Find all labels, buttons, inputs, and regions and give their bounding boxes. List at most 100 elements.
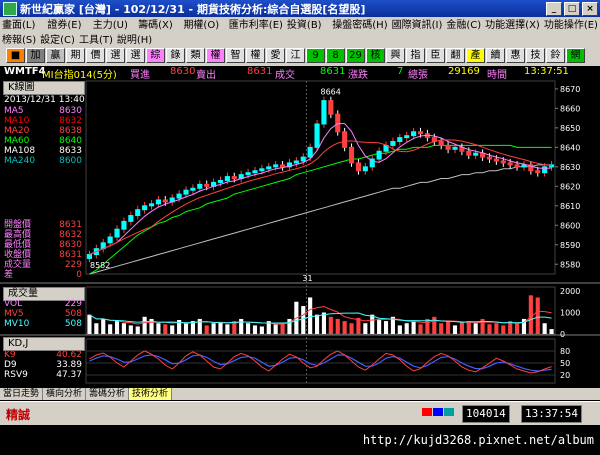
- kd-legend-value: 33.89: [56, 360, 82, 370]
- close-button[interactable]: ×: [582, 1, 598, 16]
- low-price-label: 8582: [90, 261, 110, 270]
- minimize-button[interactable]: _: [546, 1, 562, 16]
- toolbar-button-9[interactable]: 類: [186, 48, 205, 63]
- candle-body: [245, 172, 251, 176]
- toolbar-button-22[interactable]: 翻: [446, 48, 465, 63]
- volume-bar: [383, 321, 389, 334]
- candle-body: [266, 166, 272, 170]
- candle-body: [135, 209, 141, 217]
- volume-bar: [218, 322, 223, 334]
- menu-settings[interactable]: 設定(C): [38, 31, 77, 46]
- candle-body: [500, 160, 506, 164]
- toolbar-button-16[interactable]: 8: [326, 48, 345, 63]
- maximize-button[interactable]: □: [564, 1, 580, 16]
- toolbar-button-6[interactable]: 選: [126, 48, 145, 63]
- toolbar-button-15[interactable]: 9: [306, 48, 325, 63]
- toolbar-button-21[interactable]: 臣: [426, 48, 445, 63]
- toolbar-button-8[interactable]: 錄: [166, 48, 185, 63]
- volume-bar: [349, 323, 354, 334]
- candle-body: [411, 131, 417, 137]
- menu-screen[interactable]: 畫面(L): [0, 16, 45, 31]
- toolbar-button-0[interactable]: ■: [6, 48, 25, 63]
- price-stat-value: 229: [64, 260, 82, 270]
- toolbar-button-27[interactable]: 鈴: [546, 48, 565, 63]
- candle-body: [224, 176, 230, 181]
- menu-function-operate[interactable]: 功能操作(E): [542, 16, 600, 31]
- chart-area[interactable]: 8670 8660 8650 8640 8630 8620 8610 8600 8590 8580…: [0, 79, 600, 386]
- tab-horizontal[interactable]: 橫向分析: [43, 388, 87, 400]
- menu-finance[interactable]: 金融(C): [444, 16, 483, 31]
- volume-bar: [183, 323, 189, 334]
- candle-body: [107, 236, 113, 244]
- candle-body: [404, 135, 410, 139]
- toolbar-button-28[interactable]: 網: [566, 48, 585, 63]
- toolbar-button-3[interactable]: 期: [66, 48, 85, 63]
- tab-technical[interactable]: 技術分析: [129, 388, 173, 400]
- price-stat-value: 8631: [59, 220, 82, 230]
- toolbar-button-12[interactable]: 權: [246, 48, 265, 63]
- menu-help[interactable]: 說明(H): [115, 31, 154, 46]
- candle-body: [535, 170, 541, 174]
- toolbar-button-23[interactable]: 產: [466, 48, 485, 63]
- ma-legend-value: 8600: [59, 156, 82, 166]
- technical-chart[interactable]: 8670 8660 8650 8640 8630 8620 8610 8600 8590 8580…: [0, 79, 600, 386]
- menu-chips[interactable]: 籌碼(X): [136, 16, 181, 31]
- toolbar-button-4[interactable]: 價: [86, 48, 105, 63]
- kd-legend-value: 40.62: [56, 350, 82, 360]
- toolbar-button-10[interactable]: 權: [206, 48, 225, 63]
- toolbar-button-7[interactable]: 綜: [146, 48, 165, 63]
- price-stat-value: 8630: [59, 240, 82, 250]
- toolbar-button-14[interactable]: 江: [286, 48, 305, 63]
- candle-body: [521, 164, 527, 168]
- ma-legend-name: MA60: [4, 136, 30, 146]
- menu-international[interactable]: 國際資訊(I): [390, 16, 445, 31]
- menu-trading-code[interactable]: 操盤密碼(H): [330, 16, 389, 31]
- volume-bar: [156, 323, 161, 334]
- kd-legend-value: 47.37: [56, 370, 82, 380]
- tab-intraday[interactable]: 當日走勢: [0, 388, 44, 400]
- volume-title-text: 成交量: [8, 288, 38, 299]
- kd-panel-frame: [85, 338, 556, 384]
- menu-forex-rates[interactable]: 匯市利率(E): [227, 16, 285, 31]
- menu-futures-options[interactable]: 期權(O): [181, 16, 226, 31]
- toolbar-button-25[interactable]: 惠: [506, 48, 525, 63]
- volume-bar: [321, 312, 327, 334]
- toolbar-button-17[interactable]: 29: [346, 48, 365, 63]
- ma-legend-row: MA108 8633: [4, 146, 82, 156]
- toolbar-button-13[interactable]: 愛: [266, 48, 285, 63]
- volume-bar: [487, 324, 492, 334]
- price-stat-row: 最低價 8630: [4, 240, 82, 250]
- volume-tick-label: 1000: [560, 309, 580, 318]
- volume-bar: [439, 323, 444, 334]
- toolbar-button-19[interactable]: 興: [386, 48, 405, 63]
- candle-body: [417, 131, 424, 135]
- price-stat-row: 最高價 8632: [4, 230, 82, 240]
- toolbar-button-26[interactable]: 技: [526, 48, 545, 63]
- menu-tools[interactable]: 工具(T): [77, 31, 115, 46]
- price-stat-value: 8632: [59, 230, 82, 240]
- status-swatch-blue: [433, 408, 443, 416]
- menu-ranking[interactable]: 榜報(S): [0, 31, 38, 46]
- toolbar-button-5[interactable]: 選: [106, 48, 125, 63]
- toolbar-button-24[interactable]: 續: [486, 48, 505, 63]
- menu-main-force[interactable]: 主力(U): [91, 16, 136, 31]
- toolbar-button-18[interactable]: 核: [366, 48, 385, 63]
- toolbar-button-1[interactable]: 加: [26, 48, 45, 63]
- volume-bar: [446, 321, 451, 334]
- ma-legend-value: 8640: [59, 136, 82, 146]
- kd-legend-row: K9 40.62: [4, 350, 82, 360]
- price-tick-label: 8650: [560, 124, 580, 133]
- toolbar-button-20[interactable]: 指: [406, 48, 425, 63]
- price-stat-name: 開盤價: [4, 220, 32, 230]
- price-stats-legend: 開盤價 8631 最高價 8632 最低價 8630 收盤價 8631 成交量 229 差 0: [4, 220, 82, 280]
- toolbar-button-11[interactable]: 智: [226, 48, 245, 63]
- menu-function-select[interactable]: 功能選擇(X): [483, 16, 542, 31]
- candle-body: [231, 176, 237, 180]
- candle-body: [190, 187, 196, 191]
- tab-chips[interactable]: 籌碼分析: [86, 388, 130, 400]
- toolbar-button-2[interactable]: 贏: [46, 48, 65, 63]
- menu-securities[interactable]: 證券(E): [45, 16, 90, 31]
- volume-bar: [114, 321, 120, 334]
- ma-legend-row: MA5 8630: [4, 106, 82, 116]
- menu-investment[interactable]: 投資(B): [285, 16, 330, 31]
